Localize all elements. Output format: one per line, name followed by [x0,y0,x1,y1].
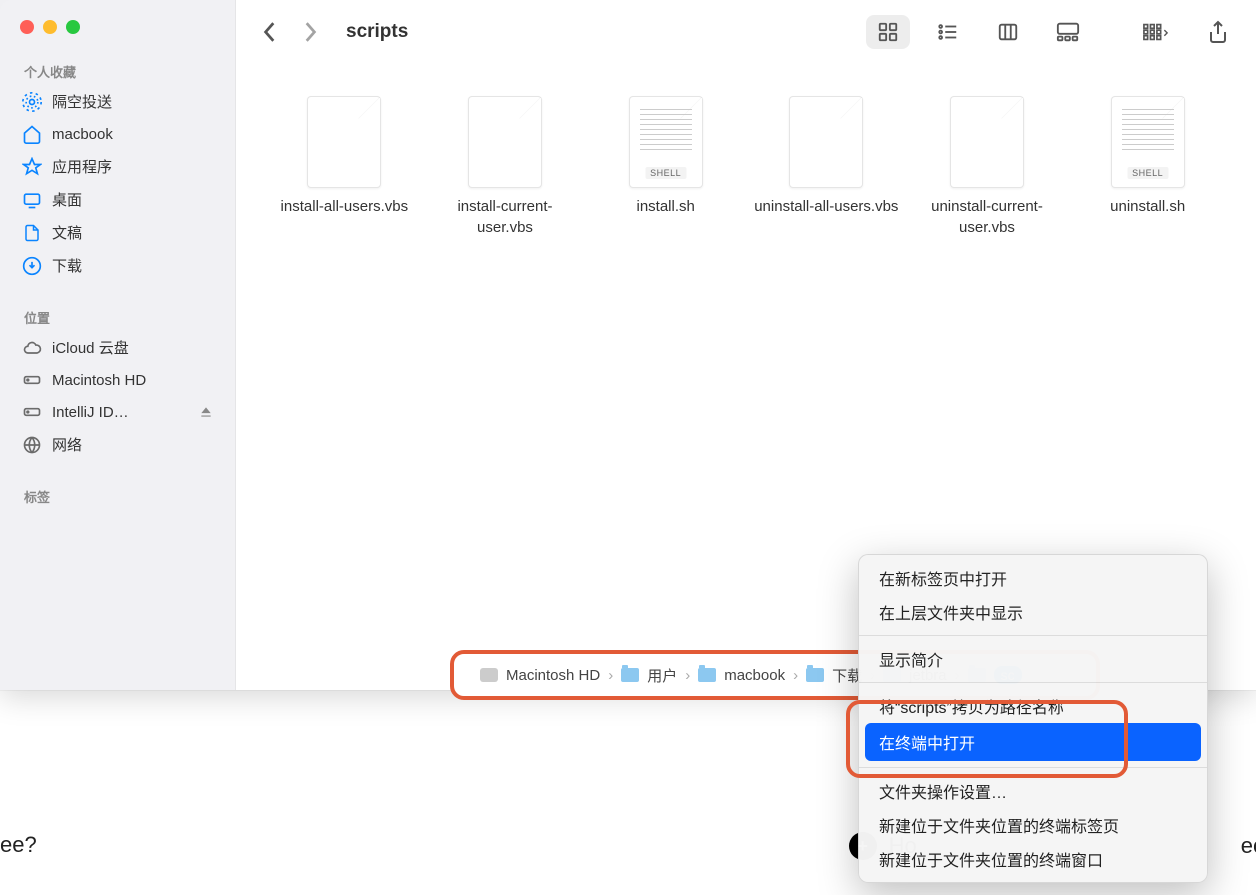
sidebar-item-label: 应用程序 [52,156,112,177]
downloads-icon [22,256,42,276]
menu-item[interactable]: 在新标签页中打开 [859,561,1207,595]
file-item[interactable]: SHELL uninstall.sh [1067,96,1228,238]
path-segment[interactable]: macbook [698,667,785,684]
menu-item[interactable]: 新建位于文件夹位置的终端窗口 [859,842,1207,876]
documents-icon [22,223,42,243]
view-icon-button[interactable] [866,15,910,49]
file-icon [950,96,1024,188]
view-gallery-button[interactable] [1046,15,1090,49]
network-icon [22,435,42,455]
menu-item[interactable]: 新建位于文件夹位置的终端标签页 [859,808,1207,842]
file-label: install-all-users.vbs [281,196,409,217]
file-item[interactable]: SHELL install.sh [585,96,746,238]
sidebar-section-tags: 标签 [0,481,235,510]
menu-item[interactable]: 文件夹操作设置… [859,774,1207,808]
file-icon [307,96,381,188]
folder-icon [621,668,639,682]
menu-item-open-in-terminal[interactable]: 在终端中打开 [865,723,1201,761]
file-label: uninstall-current-user.vbs [912,196,1062,238]
path-segment[interactable]: 用户 [621,665,677,686]
sidebar-item-home[interactable]: macbook [0,118,235,150]
toolbar: scripts [236,0,1256,64]
file-item[interactable]: install-all-users.vbs [264,96,425,238]
sidebar-item-label: 网络 [52,434,82,455]
chevron-right-icon: › [793,667,798,684]
sidebar-section-locations: 位置 [0,302,235,331]
sidebar: 个人收藏 隔空投送 macbook 应用程序 桌面 [0,0,236,690]
menu-separator [859,682,1207,683]
cloud-icon [22,338,42,358]
maximize-button[interactable] [66,20,80,34]
sidebar-item-intellij[interactable]: IntelliJ ID… [0,396,235,428]
file-icon [789,96,863,188]
file-type-badge: SHELL [645,167,686,179]
sidebar-item-label: IntelliJ ID… [52,404,129,421]
file-icon [468,96,542,188]
view-list-button[interactable] [926,15,970,49]
file-label: uninstall.sh [1110,196,1185,217]
applications-icon [22,157,42,177]
sidebar-item-label: 隔空投送 [52,91,112,112]
chevron-right-icon: › [608,667,613,684]
sidebar-item-icloud[interactable]: iCloud 云盘 [0,331,235,364]
window-controls [0,20,235,56]
folder-icon [806,668,824,682]
file-item[interactable]: uninstall-all-users.vbs [746,96,907,238]
sidebar-item-label: 文稿 [52,222,82,243]
close-button[interactable] [20,20,34,34]
desktop-icon [22,190,42,210]
path-segment-label: 用户 [647,665,677,686]
share-button[interactable] [1196,15,1240,49]
path-segment[interactable]: Macintosh HD [480,667,600,684]
menu-separator [859,767,1207,768]
nav-forward-button[interactable] [292,14,328,50]
folder-icon [698,668,716,682]
sidebar-item-label: macbook [52,126,113,143]
context-menu: 在新标签页中打开在上层文件夹中显示显示简介将“scripts”拷贝为路径名称在终… [858,554,1208,883]
sidebar-item-desktop[interactable]: 桌面 [0,183,235,216]
view-mode-group [866,15,1090,49]
disk-icon [22,370,42,390]
bg-text-fragment-left: ee? [0,832,37,858]
sidebar-item-label: Macintosh HD [52,372,146,389]
file-item[interactable]: uninstall-current-user.vbs [907,96,1068,238]
sidebar-section-favorites: 个人收藏 [0,56,235,85]
menu-item[interactable]: 将“scripts”拷贝为路径名称 [859,689,1207,723]
path-segment-label: macbook [724,667,785,684]
sidebar-item-macintosh-hd[interactable]: Macintosh HD [0,364,235,396]
sidebar-item-network[interactable]: 网络 [0,428,235,461]
file-label: install.sh [636,196,694,217]
sidebar-item-label: 桌面 [52,189,82,210]
menu-item[interactable]: 在上层文件夹中显示 [859,595,1207,629]
minimize-button[interactable] [43,20,57,34]
disk-icon [22,402,42,422]
disk-icon [480,668,498,682]
menu-item[interactable]: 显示简介 [859,642,1207,676]
sidebar-item-airdrop[interactable]: 隔空投送 [0,85,235,118]
sidebar-item-label: iCloud 云盘 [52,337,129,358]
sidebar-item-downloads[interactable]: 下载 [0,249,235,282]
sidebar-item-label: 下载 [52,255,82,276]
airdrop-icon [22,92,42,112]
group-by-button[interactable] [1134,15,1178,49]
home-icon [22,124,42,144]
folder-title: scripts [346,21,408,43]
file-label: uninstall-all-users.vbs [754,196,898,217]
file-item[interactable]: install-current-user.vbs [425,96,586,238]
file-label: install-current-user.vbs [430,196,580,238]
sidebar-item-documents[interactable]: 文稿 [0,216,235,249]
file-icon: SHELL [629,96,703,188]
path-segment[interactable]: 下载 [806,665,862,686]
path-segment-label: Macintosh HD [506,667,600,684]
view-column-button[interactable] [986,15,1030,49]
menu-separator [859,635,1207,636]
file-icon: SHELL [1111,96,1185,188]
bg-text-fragment-right-2: ectiv [1241,833,1256,859]
sidebar-item-applications[interactable]: 应用程序 [0,150,235,183]
file-type-badge: SHELL [1127,167,1168,179]
chevron-right-icon: › [685,667,690,684]
nav-back-button[interactable] [252,14,288,50]
eject-icon[interactable] [199,405,213,419]
